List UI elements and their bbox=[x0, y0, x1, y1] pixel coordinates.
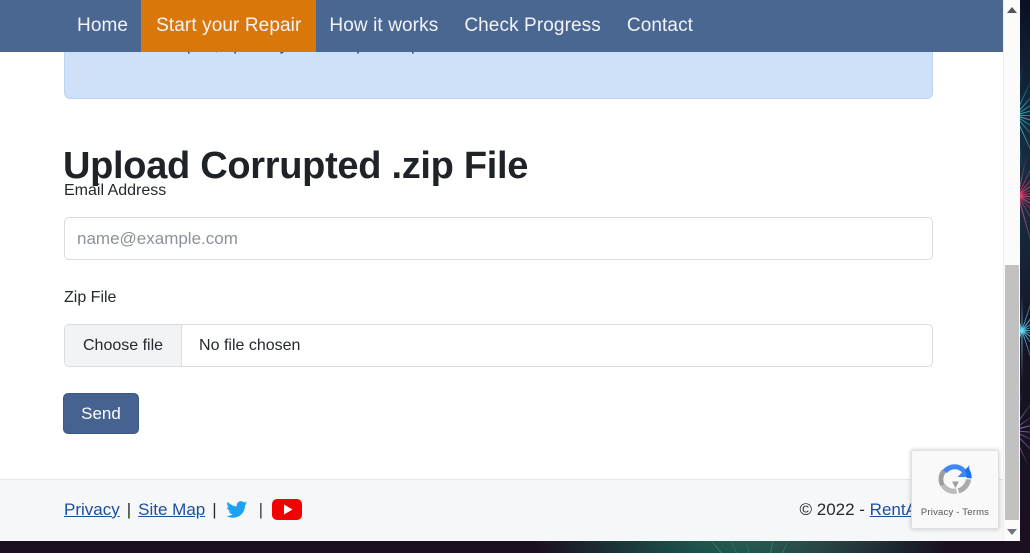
vertical-scrollbar[interactable] bbox=[1003, 0, 1020, 541]
send-button[interactable]: Send bbox=[63, 393, 139, 434]
page-footer: Privacy | Site Map | | © 2022 - bbox=[0, 479, 1003, 541]
recaptcha-privacy-terms[interactable]: Privacy - Terms bbox=[912, 507, 998, 518]
scrollbar-thumb[interactable] bbox=[1005, 265, 1019, 520]
nav-item-how-it-works[interactable]: How it works bbox=[316, 0, 451, 52]
nav-item-start-your-repair[interactable]: Start your Repair bbox=[141, 0, 317, 52]
nav-item-contact[interactable]: Contact bbox=[614, 0, 706, 52]
footer-separator-2: | bbox=[212, 499, 217, 519]
recaptcha-arrows-icon bbox=[912, 459, 998, 504]
zip-file-label: Zip File bbox=[64, 289, 117, 306]
main-navigation: Home Start your Repair How it works Chec… bbox=[0, 0, 1003, 52]
scroll-down-arrow-icon[interactable] bbox=[1004, 523, 1020, 540]
recaptcha-badge[interactable]: Privacy - Terms bbox=[911, 450, 999, 529]
nav-item-check-progress[interactable]: Check Progress bbox=[451, 0, 614, 52]
nav-item-home[interactable]: Home bbox=[64, 0, 141, 52]
youtube-play-icon[interactable] bbox=[272, 499, 303, 520]
copyright-text: © 2022 - bbox=[799, 500, 870, 519]
browser-viewport: To start the repair, upload your corrupt… bbox=[0, 0, 1003, 541]
twitter-bird-icon[interactable] bbox=[226, 500, 248, 519]
choose-file-button[interactable]: Choose file bbox=[65, 325, 183, 366]
file-input-row[interactable]: Choose file No file chosen bbox=[64, 324, 933, 367]
site-map-link[interactable]: Site Map bbox=[138, 500, 205, 520]
footer-links: Privacy | Site Map | | bbox=[64, 499, 303, 520]
privacy-link[interactable]: Privacy bbox=[64, 500, 120, 520]
email-field[interactable] bbox=[64, 217, 933, 260]
footer-separator-3: | bbox=[258, 499, 264, 519]
file-status-text: No file chosen bbox=[199, 336, 301, 354]
footer-separator-1: | bbox=[126, 499, 132, 519]
scrollbar-track[interactable] bbox=[1005, 18, 1019, 264]
scroll-up-arrow-icon[interactable] bbox=[1004, 1, 1020, 18]
email-label: Email Address bbox=[64, 182, 167, 199]
